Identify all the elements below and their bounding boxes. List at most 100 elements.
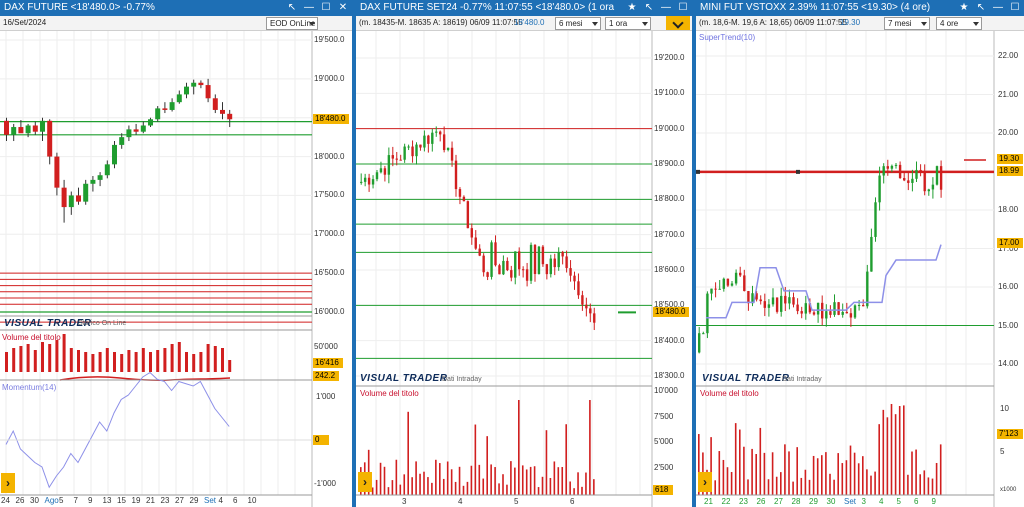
candle [698, 333, 701, 353]
volume-bar [821, 455, 823, 495]
candle [446, 147, 450, 151]
volume-bar [577, 472, 579, 495]
volume-bar [423, 471, 425, 495]
x-axis-label: Ago [44, 496, 59, 505]
volume-tag: 618 [653, 485, 673, 495]
volume-bar [927, 477, 930, 495]
candle [375, 172, 379, 180]
daily-candlestick-chart[interactable] [0, 0, 352, 507]
candle [903, 178, 906, 181]
volume-bar [514, 467, 516, 495]
candle [898, 164, 902, 179]
vstoxx-candlestick-chart[interactable] [696, 0, 1024, 507]
chart-window-vstoxx-4h[interactable]: MINI FUT VSTOXX 2.39% 11:07:55 <19.30> (… [696, 0, 1024, 507]
price-axis-label: 18'800.0 [654, 194, 685, 204]
volume-bar [41, 342, 44, 372]
volume-bar [228, 360, 232, 372]
candle [585, 304, 588, 309]
x-axis-label: 24 [1, 496, 10, 505]
volume-bar [502, 474, 504, 495]
volume-bar [442, 478, 445, 495]
candle [176, 94, 182, 103]
price-axis-label: 18'600.0 [654, 265, 685, 274]
candle [494, 242, 497, 266]
candle [537, 246, 541, 275]
scroll-right-button[interactable]: › [698, 472, 712, 492]
price-axis-label: 16'500.0 [314, 268, 345, 278]
volume-bar [898, 406, 901, 495]
x-axis-label: 6 [914, 497, 919, 506]
volume-tag-secondary: 242.2 [313, 371, 339, 381]
volume-tag: 7'123 [997, 429, 1023, 439]
volume-bar [589, 400, 591, 495]
candle [478, 248, 481, 256]
candle [227, 113, 233, 120]
candle [767, 304, 771, 308]
volume-bar [529, 466, 532, 495]
volume-bar [841, 463, 844, 495]
volume-bar [886, 417, 889, 495]
momentum-tag: 0 [313, 435, 329, 445]
candle [379, 168, 383, 173]
candle [726, 278, 730, 286]
level-handle [696, 169, 700, 174]
candle [577, 281, 580, 296]
candle [133, 129, 139, 132]
scroll-right-button[interactable]: › [1, 473, 15, 493]
price-tag: 19.30 [997, 154, 1023, 164]
candle [83, 183, 89, 202]
candle [360, 181, 363, 183]
volume-label: Volume del titolo [700, 389, 759, 398]
volume-bar [800, 477, 803, 495]
candle [90, 179, 96, 184]
x-axis-label: 4 [879, 497, 884, 506]
x-axis-label: 13 [102, 496, 112, 505]
candle [894, 164, 898, 166]
volume-bar [549, 477, 552, 495]
candle [367, 177, 371, 185]
candle [730, 283, 734, 286]
candle [739, 272, 742, 276]
volume-bar [907, 474, 909, 495]
volume-bar [796, 447, 798, 495]
x-axis-label: 29 [189, 496, 199, 505]
candle [383, 168, 387, 175]
price-axis-label: 17'000.0 [314, 229, 345, 239]
x-axis-label: 5 [896, 497, 901, 506]
volume-bar [939, 444, 942, 495]
x-axis-label: 3 [402, 497, 407, 506]
volume-bar [439, 463, 441, 495]
candle [395, 158, 398, 160]
momentum-axis-bottom: -1'000 [314, 479, 336, 488]
candle [853, 305, 857, 318]
candle [411, 146, 414, 157]
chart-window-dax-future-intraday[interactable]: DAX FUTURE SET24 -0.77% 11:07:55 <18'480… [356, 0, 692, 507]
level-handle [796, 169, 800, 174]
x-axis-label: 23 [160, 496, 170, 505]
volume-bar [482, 478, 485, 495]
volume-bar [62, 334, 66, 372]
volume-bar [857, 463, 860, 495]
volume-bar [383, 466, 386, 495]
candle [829, 311, 832, 315]
volume-bar [170, 344, 174, 372]
candle [427, 135, 430, 144]
volume-bar [726, 467, 729, 495]
intraday-candlestick-chart[interactable] [356, 0, 692, 507]
candle [541, 246, 545, 265]
x-axis-label: 7 [73, 496, 78, 505]
chart-window-dax-future-daily[interactable]: DAX FUTURE <18'480.0> -0.77% ↖ — ☐ ✕ 16/… [0, 0, 352, 507]
volume-bar [395, 459, 398, 495]
x-axis-label: 26 [15, 496, 25, 505]
price-axis-label: 19'100.0 [654, 88, 685, 98]
candle [518, 251, 521, 270]
scroll-right-button[interactable]: › [358, 472, 372, 492]
candle [759, 299, 762, 302]
x-axis-label: 26 [756, 497, 766, 506]
candle [407, 146, 410, 148]
x-axis-label: 15 [117, 496, 126, 505]
volume-label: Volume del titolo [2, 333, 61, 342]
volume-bar [55, 340, 59, 372]
volume-bar [816, 458, 819, 495]
candle [557, 251, 560, 268]
